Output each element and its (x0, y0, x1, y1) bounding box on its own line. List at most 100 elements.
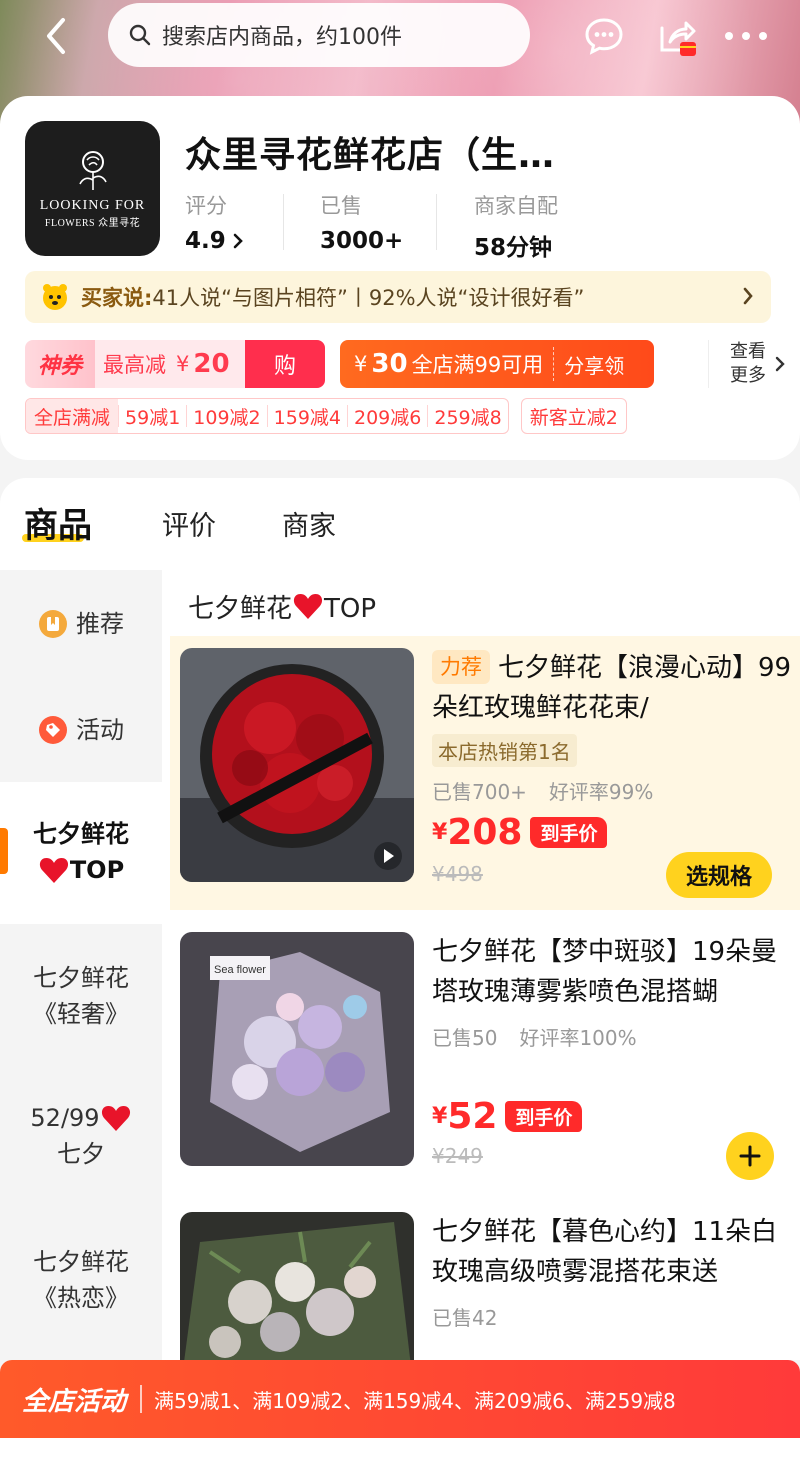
coupon-yen: ¥ (354, 352, 368, 376)
product-sales: 已售42 (432, 1302, 497, 1331)
share-button[interactable] (652, 12, 700, 60)
coupon-buy-button[interactable]: 购 (245, 340, 325, 388)
white-rose-bouquet-image (180, 1212, 414, 1360)
more-dots-icon (725, 32, 767, 40)
tab-products[interactable]: 商品 (24, 498, 92, 547)
final-price-tag: 到手价 (530, 817, 608, 848)
hot-rank-tag: 本店热销第1名 (432, 734, 577, 767)
chevron-right-icon (233, 233, 243, 249)
category-luxury[interactable]: 七夕鲜花 《轻奢》 (0, 960, 162, 1032)
buyer-say-bar[interactable]: 买家说: 41人说“与图片相符”丨92%人说“设计很好看” (25, 271, 771, 323)
product-image[interactable] (180, 1212, 414, 1360)
category-label: 七夕鲜花 (33, 1248, 129, 1276)
recommend-badge: 力荐 (432, 650, 490, 684)
new-customer-tag[interactable]: 新客立减2 (520, 398, 627, 434)
category-qixi-top[interactable]: 七夕鲜花 TOP (0, 782, 162, 924)
promo-lead: 全店满减 (26, 399, 119, 433)
image-card-text: Sea flower (214, 964, 266, 976)
recommend-icon (39, 610, 67, 638)
store-activity-banner[interactable]: 全店活动 满59减1、满109减2、满159减4、满209减6、满259减8 (0, 1360, 800, 1438)
sold-count: 已售700+ (432, 780, 527, 804)
see-more-coupons[interactable]: 查看 更多 (700, 336, 790, 392)
promo-item: 109减2 (186, 405, 266, 429)
chevron-left-icon (47, 18, 65, 54)
promo-new-customer: 新客立减2 (529, 406, 618, 429)
search-placeholder: 搜索店内商品，约100件 (162, 25, 402, 50)
divider (283, 194, 284, 250)
product-image[interactable] (180, 648, 414, 882)
red-rose-bouquet-image (180, 648, 414, 882)
product-card[interactable]: Sea flower 七夕鲜花【梦中斑驳】19朵曼塔玫瑰薄雾紫喷色混搭蝴 已售5… (170, 920, 800, 1190)
price-currency: ¥ (432, 1104, 448, 1129)
rose-icon (78, 151, 107, 190)
stat-sold: 已售 3000+ (320, 190, 403, 254)
section-title: 七夕鲜花 TOP (188, 588, 376, 625)
bottom-bar (0, 1438, 800, 1458)
add-to-cart-button[interactable] (726, 1132, 774, 1180)
price-currency: ¥ (432, 820, 448, 845)
super-coupon[interactable]: 神券 最高减 ¥ 20 购 (25, 340, 325, 388)
product-sales: 已售50 好评率100% (432, 1022, 637, 1051)
coupon-amount: 30 (371, 349, 408, 379)
section-title-text: 七夕鲜花 (188, 594, 293, 624)
tab-reviews[interactable]: 评价 (162, 504, 216, 543)
divider (708, 340, 709, 388)
shop-name[interactable]: 众里寻花鲜花店（生… (185, 126, 555, 178)
section-title-text: TOP (324, 594, 377, 624)
category-passion[interactable]: 七夕鲜花 《热恋》 (0, 1244, 162, 1316)
store-coupon[interactable]: ¥ 30 全店满99可用 分享领 (340, 340, 654, 388)
purple-rose-bouquet-image: Sea flower (180, 932, 414, 1166)
price-value: 52 (447, 1096, 498, 1137)
price-row: ¥ 52 到手价 (432, 1096, 583, 1137)
buyer-say-title: 买家说: (81, 286, 153, 310)
buyer-say-text: 41人说“与图片相符”丨92%人说“设计很好看” (152, 286, 585, 310)
search-input[interactable]: 搜索店内商品，约100件 (108, 3, 530, 67)
divider (436, 194, 437, 250)
product-list: 七夕鲜花 TOP 力荐 七夕鲜花【浪漫心动】99朵红玫瑰鲜花花束/ 本店热销第1名 … (162, 570, 800, 1360)
stat-rating[interactable]: 评分 4.9 (185, 190, 244, 254)
message-button[interactable] (580, 12, 628, 60)
coupon-yen: ¥ (176, 352, 190, 376)
shop-logo[interactable]: LOOKING FOR FLOWERS 众里寻花 (25, 121, 160, 256)
price-value: 208 (447, 812, 523, 853)
more-button[interactable] (722, 12, 770, 60)
tab-bar: 商品 评价 商家 (0, 478, 800, 570)
coupon-text: 最高减 (103, 353, 166, 377)
stat-value: 3000+ (320, 228, 404, 254)
original-price: ¥498 (432, 862, 483, 886)
product-title: 七夕鲜花【梦中斑驳】19朵曼塔玫瑰薄雾紫喷色混搭蝴 (432, 937, 778, 1007)
stat-label: 评分 (185, 194, 227, 218)
product-title: 七夕鲜花【暮色心约】11朵白玫瑰高级喷雾混搭花束送 (432, 1217, 778, 1287)
select-spec-button[interactable]: 选规格 (666, 852, 772, 898)
heart-icon (101, 1106, 130, 1131)
category-deal[interactable]: 52/99 七夕 (0, 1100, 162, 1172)
category-recommend[interactable]: 推荐 (0, 606, 162, 642)
category-label: 七夕鲜花 (33, 964, 129, 992)
promo-item: 209减6 (347, 405, 427, 429)
activity-tag-icon (39, 716, 67, 744)
price-row: ¥ 208 到手价 (432, 812, 608, 853)
good-rating: 好评率99% (548, 780, 654, 804)
product-card[interactable]: 力荐 七夕鲜花【浪漫心动】99朵红玫瑰鲜花花束/ 本店热销第1名 已售700+ 好评… (170, 636, 800, 910)
final-price-tag: 到手价 (505, 1101, 583, 1132)
stat-label: 商家自配 (474, 194, 558, 218)
promo-row: 全店满减 59减1 109减2 159减4 209减6 259减8 新客立减2 (25, 398, 627, 434)
product-image[interactable]: Sea flower (180, 932, 414, 1166)
full-reduction-tags[interactable]: 全店满减 59减1 109减2 159减4 209减6 259减8 (25, 398, 509, 434)
good-rating: 好评率100% (519, 1026, 637, 1050)
tab-merchant[interactable]: 商家 (282, 504, 336, 543)
heart-icon (293, 594, 323, 619)
promo-item: 259减8 (427, 405, 507, 429)
back-button[interactable] (32, 12, 80, 60)
product-card[interactable]: 七夕鲜花【暮色心约】11朵白玫瑰高级喷雾混搭花束送 已售42 (170, 1200, 800, 1360)
category-label: 《轻奢》 (33, 1000, 129, 1028)
shop-info-card: LOOKING FOR FLOWERS 众里寻花 众里寻花鲜花店（生… 评分 4… (0, 96, 800, 460)
category-label: TOP (69, 856, 125, 884)
promo-item: 159减4 (266, 405, 347, 429)
divider (140, 1385, 143, 1413)
product-sales: 已售700+ 好评率99% (432, 776, 653, 805)
share-claim-button[interactable]: 分享领 (554, 350, 624, 379)
stat-value: 4.9 (185, 228, 226, 254)
coupon-amount: 20 (193, 349, 230, 379)
category-activity[interactable]: 活动 (0, 712, 162, 748)
